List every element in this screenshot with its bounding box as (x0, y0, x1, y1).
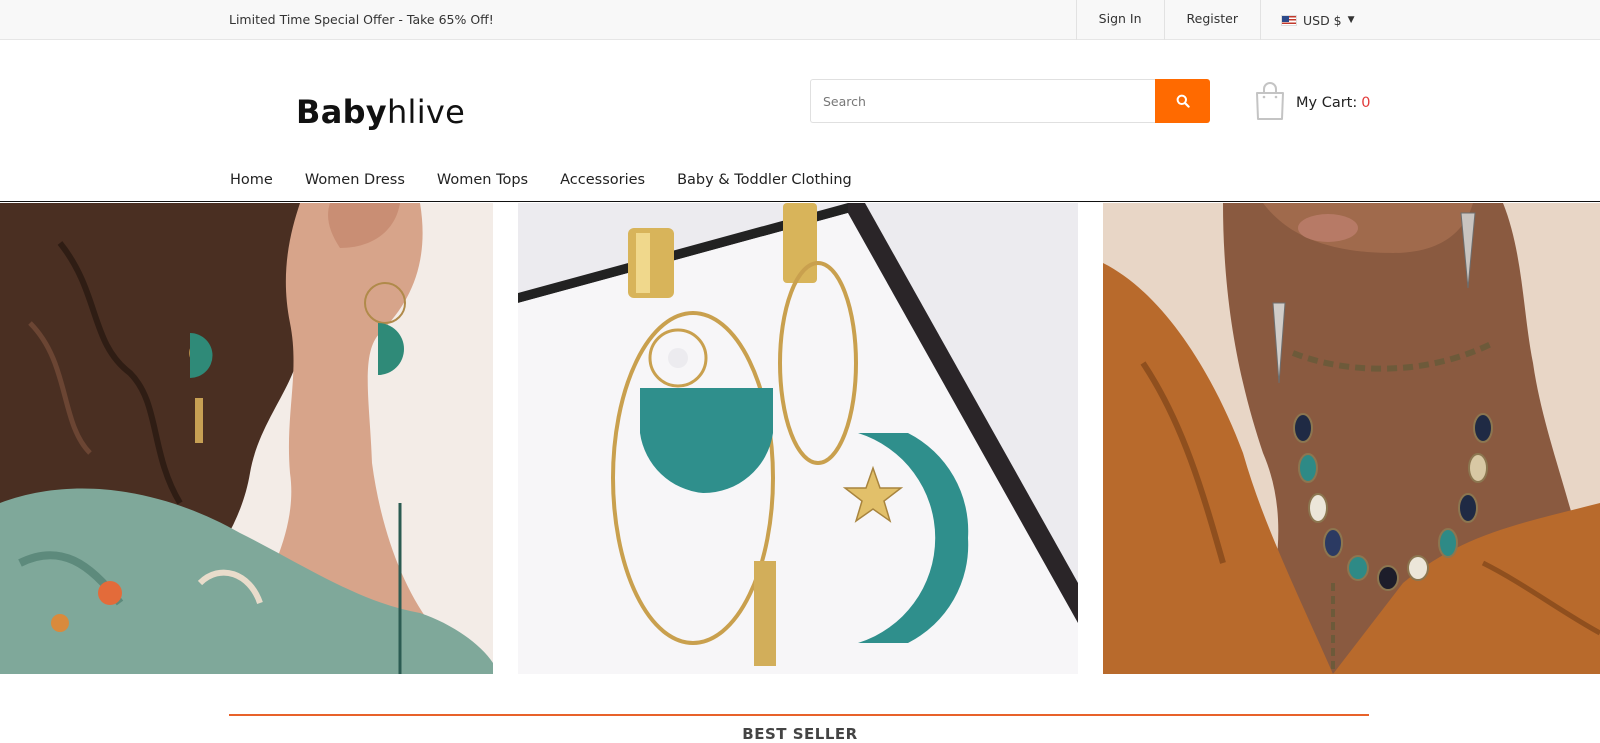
top-bar: Limited Time Special Offer - Take 65% Of… (0, 0, 1600, 40)
section-divider (229, 714, 1369, 716)
caret-down-icon: ▼ (1347, 15, 1355, 25)
currency-selector[interactable]: USD $ ▼ (1260, 0, 1600, 40)
woman-necklace-image (1103, 203, 1600, 674)
nav-home[interactable]: Home (230, 172, 273, 188)
best-seller-heading: BEST SELLER (742, 725, 858, 743)
cart-label: My Cart: (1296, 94, 1358, 111)
main-nav: Home Women Dress Women Tops Accessories … (230, 160, 884, 200)
banner-earrings-product[interactable] (518, 203, 1078, 674)
woman-earrings-image (0, 203, 493, 674)
banner-woman-earrings[interactable] (0, 203, 493, 674)
search-icon (1176, 94, 1190, 108)
account-links: Sign In Register USD $ ▼ (1075, 0, 1600, 40)
shopping-bag-icon (1256, 82, 1284, 120)
currency-label: USD $ (1303, 12, 1342, 28)
search-input[interactable] (810, 79, 1155, 123)
cart-count: 0 (1361, 94, 1371, 111)
site-logo[interactable]: Babyhlive (296, 92, 465, 132)
promo-text: Limited Time Special Offer - Take 65% Of… (229, 12, 494, 27)
banner-woman-necklace[interactable] (1103, 203, 1600, 674)
nav-divider (0, 201, 1600, 202)
logo-light-text: hlive (386, 93, 466, 131)
earrings-product-image (518, 203, 1078, 674)
nav-baby-toddler-clothing[interactable]: Baby & Toddler Clothing (677, 172, 852, 188)
us-flag-icon (1281, 14, 1297, 26)
logo-bold-text: Baby (296, 93, 387, 131)
nav-accessories[interactable]: Accessories (560, 172, 645, 188)
sign-in-link[interactable]: Sign In (1075, 0, 1164, 40)
nav-women-dress[interactable]: Women Dress (305, 172, 405, 188)
search-bar (810, 79, 1210, 123)
search-button[interactable] (1155, 79, 1210, 123)
cart-link[interactable]: My Cart: 0 (1254, 80, 1370, 122)
register-link[interactable]: Register (1163, 0, 1260, 40)
nav-women-tops[interactable]: Women Tops (437, 172, 528, 188)
